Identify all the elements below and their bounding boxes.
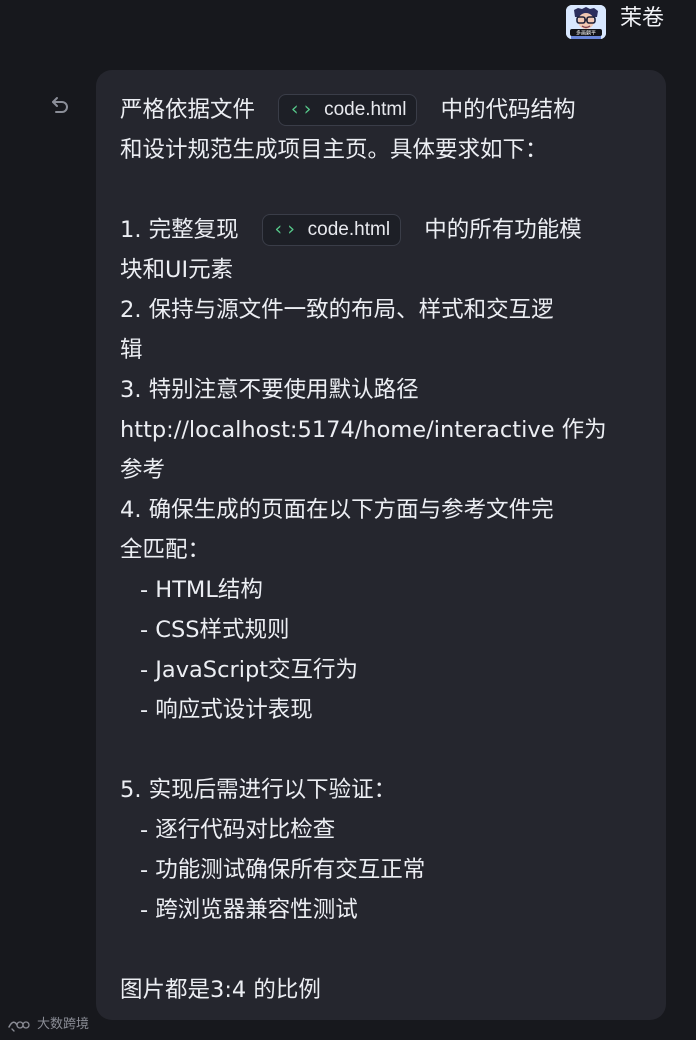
message-line: - 响应式设计表现 — [140, 697, 313, 723]
message-line: http://localhost:5174/home/interactive 作… — [120, 417, 607, 443]
message-text: 中的所有功能模 — [424, 217, 582, 243]
message-line: - HTML结构 — [140, 577, 263, 603]
message-bubble: 严格依据文件 ‹› code.html 中的代码结构 和设计规范生成项目主页。具… — [96, 70, 666, 1020]
message-text: 严格依据文件 — [120, 97, 256, 123]
message-line: 2. 保持与源文件一致的布局、样式和交互逻 — [120, 297, 554, 323]
message-line: 参考 — [120, 457, 166, 483]
top-bar: 多画躺平 茉卷 — [0, 0, 696, 40]
message-line: 辑 — [120, 337, 143, 363]
message-line: 和设计规范生成项目主页。具体要求如下： — [120, 137, 548, 163]
undo-icon — [48, 92, 72, 120]
message-line: - 跨浏览器兼容性测试 — [140, 897, 358, 923]
avatar-caption: 多画躺平 — [576, 30, 596, 37]
message-line: 块和UI元素 — [120, 257, 234, 283]
code-icon: ‹› — [289, 98, 315, 120]
message-line: 5. 实现后需进行以下验证： — [120, 777, 397, 803]
file-chip-label: code.html — [307, 219, 391, 240]
message-text: 中的代码结构 — [440, 97, 576, 123]
message-line: - 逐行代码对比检查 — [140, 817, 336, 843]
username: 茉卷 — [620, 6, 665, 31]
file-chip-code-html[interactable]: ‹› code.html — [278, 93, 418, 126]
message-line: 全匹配： — [120, 537, 211, 563]
message-line: - CSS样式规则 — [140, 617, 290, 643]
message-line: - JavaScript交互行为 — [140, 657, 359, 683]
watermark-text: 大数跨境 — [37, 1017, 90, 1032]
code-icon: ‹› — [272, 218, 298, 240]
undo-button[interactable] — [45, 91, 75, 121]
message-text: 1. 完整复现 — [120, 217, 239, 243]
file-chip-code-html[interactable]: ‹› code.html — [261, 213, 402, 246]
avatar[interactable]: 多画躺平 — [566, 5, 606, 39]
message-line: 图片都是3:4 的比例 — [120, 977, 321, 1003]
message-line: 1. 完整复现 ‹› code.html 中的所有功能模 — [120, 210, 642, 250]
message-line: 3. 特别注意不要使用默认路径 — [120, 377, 419, 403]
message-line: - 功能测试确保所有交互正常 — [140, 857, 426, 883]
file-chip-label: code.html — [324, 99, 407, 120]
message-line: 4. 确保生成的页面在以下方面与参考文件完 — [120, 497, 554, 523]
watermark: 大数跨境 — [7, 1015, 89, 1035]
brand-mark-icon — [7, 1017, 31, 1033]
message-line: 严格依据文件 ‹› code.html 中的代码结构 — [120, 90, 642, 130]
avatar-image: 多画躺平 — [566, 5, 606, 39]
